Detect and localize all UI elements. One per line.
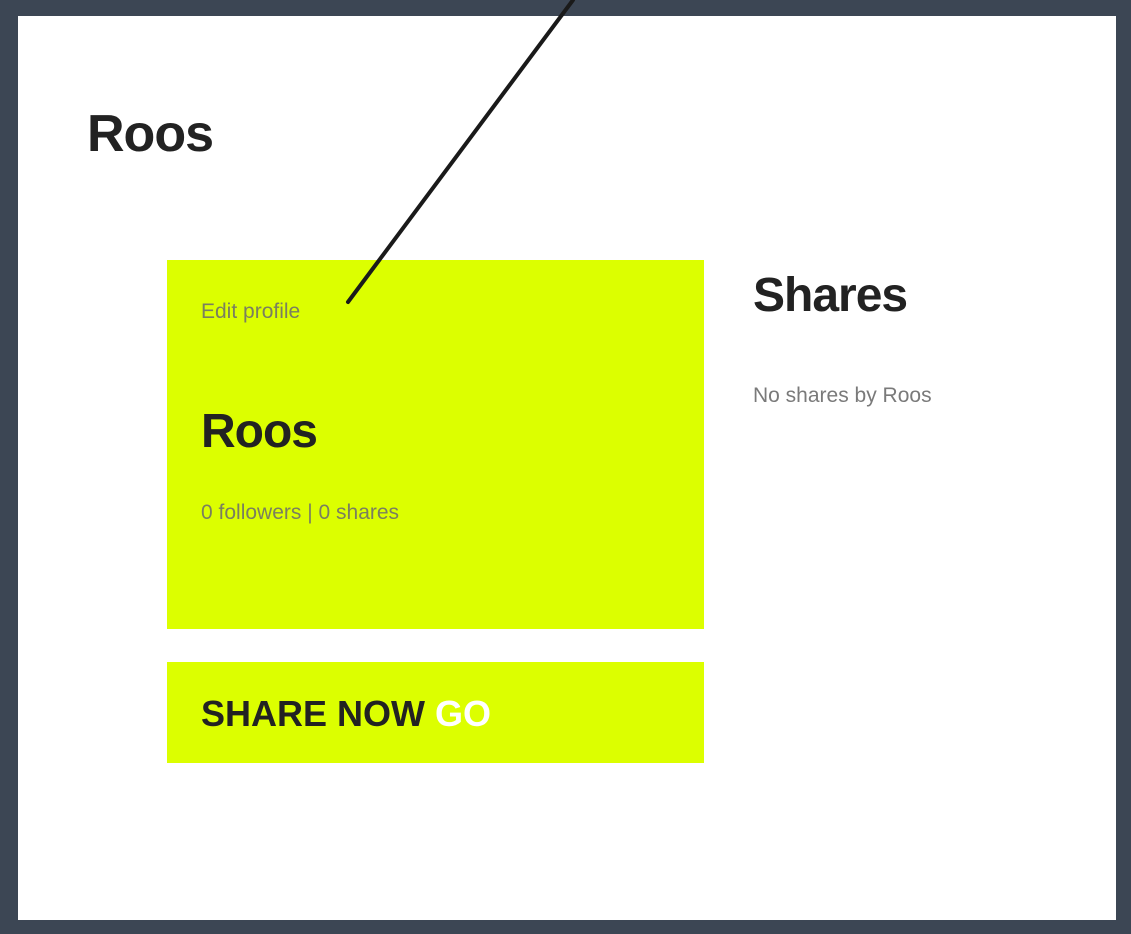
shares-empty-message: No shares by Roos	[753, 384, 932, 407]
share-now-button[interactable]: SHARE NOW GO	[167, 662, 704, 763]
profile-card: Edit profile Roos 0 followers | 0 shares	[167, 260, 704, 629]
share-now-text: SHARE NOW GO	[201, 696, 491, 732]
page-frame: Roos Edit profile Roos 0 followers | 0 s…	[18, 16, 1116, 920]
shares-heading: Shares	[753, 269, 908, 322]
share-now-label: SHARE NOW	[201, 693, 425, 734]
page-title: Roos	[87, 105, 214, 163]
profile-name: Roos	[201, 405, 318, 458]
edit-profile-link[interactable]: Edit profile	[201, 301, 300, 322]
share-go-label: GO	[435, 693, 492, 734]
profile-stats: 0 followers | 0 shares	[201, 501, 400, 524]
